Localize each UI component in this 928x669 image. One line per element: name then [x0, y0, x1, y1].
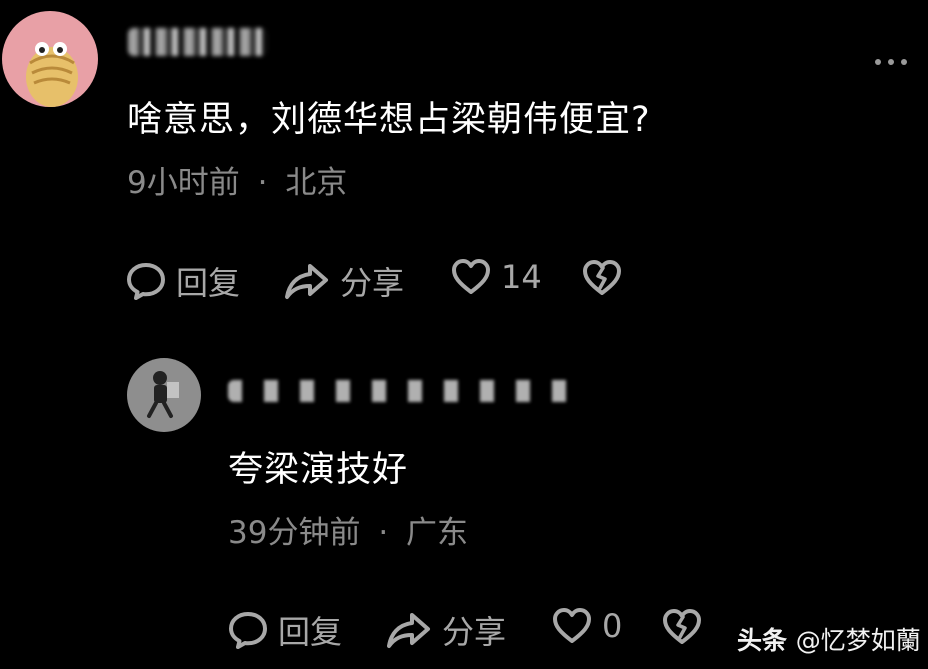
share-label: 分享 [340, 264, 405, 302]
reply-location: 广东 [406, 515, 469, 551]
like-button[interactable]: 14 [451, 258, 542, 296]
like-count: 0 [602, 607, 623, 645]
share-button[interactable]: 分享 [284, 258, 404, 304]
broken-heart-icon [583, 260, 621, 295]
heart-icon [553, 608, 591, 643]
commenter-name-blurred[interactable] [128, 28, 268, 56]
comment-bubble-icon [229, 612, 267, 649]
heart-icon [452, 259, 490, 294]
replier-name-blurred[interactable] [228, 380, 576, 402]
more-dots-icon[interactable] [875, 59, 907, 65]
comment-bubble-icon [127, 263, 165, 300]
reply-button[interactable]: 回复 [126, 258, 240, 304]
broken-heart-icon [663, 609, 701, 644]
replier-avatar[interactable] [127, 358, 201, 432]
watermark-brand: 头条 [737, 626, 788, 655]
share-arrow-icon [387, 613, 430, 648]
commenter-avatar[interactable] [2, 11, 98, 107]
reply-label: 回复 [278, 613, 343, 651]
reply-share-button[interactable]: 分享 [386, 607, 506, 653]
watermark-handle: @忆梦如蘭 [795, 626, 921, 655]
reply-like-button[interactable]: 0 [552, 607, 622, 645]
reply-label: 回复 [176, 264, 241, 302]
reply-meta: 39分钟前 · 广东 [228, 518, 468, 549]
meta-separator: · [378, 515, 389, 551]
like-count: 14 [501, 258, 542, 296]
avatar-illustration [26, 42, 78, 107]
reply-text: 夸梁演技好 [228, 450, 409, 490]
comment-text: 啥意思，刘德华想占梁朝伟便宜? [127, 100, 651, 140]
reply-time: 39分钟前 [228, 515, 361, 551]
comment-location: 北京 [285, 165, 348, 201]
dislike-button[interactable] [582, 259, 622, 297]
share-arrow-icon [285, 264, 328, 299]
reply-reply-button[interactable]: 回复 [228, 607, 342, 653]
comment-meta: 9小时前 · 北京 [127, 168, 347, 199]
meta-separator: · [257, 165, 268, 201]
reply-dislike-button[interactable] [662, 608, 702, 646]
comment-time: 9小时前 [127, 165, 240, 201]
share-label: 分享 [442, 613, 507, 651]
avatar-illustration [147, 371, 179, 418]
watermark: 头条 @忆梦如蘭 [737, 621, 921, 657]
